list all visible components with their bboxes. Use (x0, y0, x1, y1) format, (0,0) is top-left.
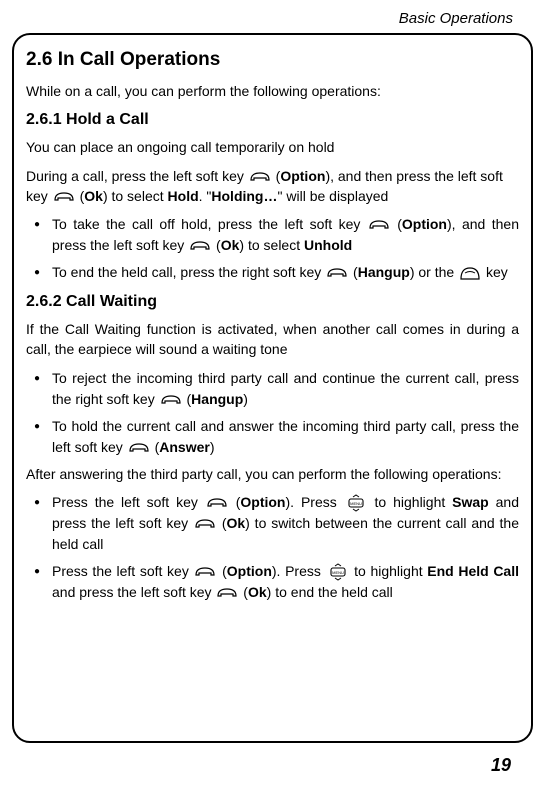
sub2-p2: After answering the third party call, yo… (26, 464, 519, 484)
svg-text:MENU: MENU (350, 501, 362, 506)
header-title: Basic Operations (399, 10, 513, 27)
page-frame: 2.6 In Call Operations While on a call, … (12, 33, 533, 743)
sub1-list: To take the call off hold, press the lef… (26, 214, 519, 283)
softkey-left-icon (53, 190, 75, 204)
list-item: To hold the current call and answer the … (26, 416, 519, 458)
sub2-heading: 2.6.2 Call Waiting (26, 293, 519, 311)
section-heading: 2.6 In Call Operations (26, 49, 519, 71)
softkey-left-icon (249, 170, 271, 184)
page-header: Basic Operations (12, 8, 533, 33)
softkey-left-icon (128, 441, 150, 455)
list-item: Press the left soft key (Option). Press … (26, 561, 519, 603)
sub2-list1: To reject the incoming third party call … (26, 368, 519, 458)
sub2-list2: Press the left soft key (Option). Press … (26, 492, 519, 603)
sub1-p1: You can place an ongoing call temporaril… (26, 137, 519, 157)
softkey-left-icon (189, 239, 211, 253)
softkey-left-icon (206, 496, 228, 510)
sub2-p1: If the Call Waiting function is activate… (26, 319, 519, 360)
list-item: To reject the incoming third party call … (26, 368, 519, 410)
softkey-right-icon (160, 393, 182, 407)
softkey-left-icon (194, 517, 216, 531)
list-item: Press the left soft key (Option). Press … (26, 492, 519, 555)
softkey-right-icon (326, 266, 348, 280)
list-item: To take the call off hold, press the lef… (26, 214, 519, 256)
page-number: 19 (12, 743, 533, 776)
list-item: To end the held call, press the right so… (26, 262, 519, 283)
nav-up-down-icon: MENU (345, 494, 367, 512)
nav-up-down-icon: MENU (327, 563, 349, 581)
section-intro: While on a call, you can perform the fol… (26, 81, 519, 101)
softkey-left-icon (368, 218, 390, 232)
end-call-icon (459, 264, 481, 282)
softkey-left-icon (194, 565, 216, 579)
softkey-left-icon (216, 586, 238, 600)
sub1-p2: During a call, press the left soft key (… (26, 166, 519, 207)
sub1-heading: 2.6.1 Hold a Call (26, 111, 519, 129)
svg-text:MENU: MENU (332, 570, 344, 575)
